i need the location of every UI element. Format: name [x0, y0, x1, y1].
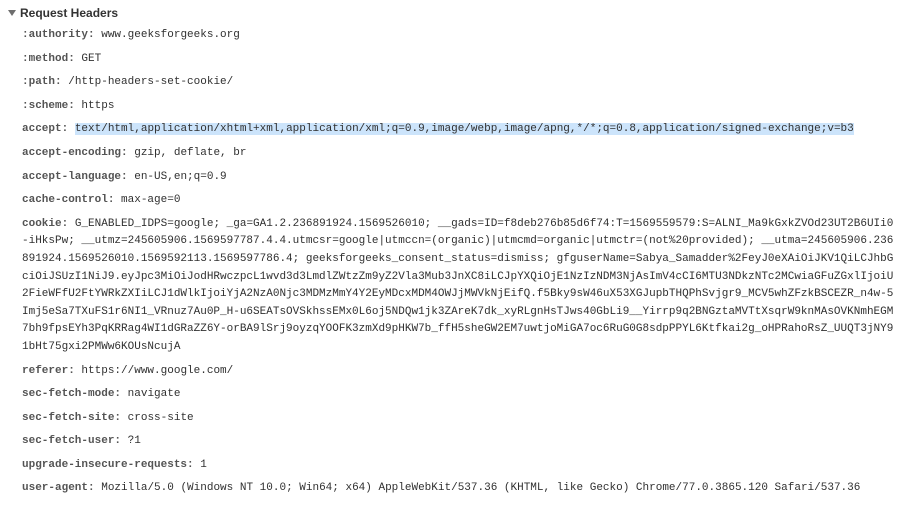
- header-value[interactable]: navigate: [128, 388, 181, 400]
- header-row: :method: GET: [8, 48, 898, 72]
- header-name: :authority:: [22, 29, 95, 41]
- header-row: :scheme: https: [8, 95, 898, 119]
- header-value[interactable]: G_ENABLED_IDPS=google; _ga=GA1.2.2368919…: [22, 218, 893, 353]
- header-value[interactable]: GET: [81, 53, 101, 65]
- header-name: user-agent:: [22, 482, 95, 494]
- header-value[interactable]: https: [81, 100, 114, 112]
- header-row: upgrade-insecure-requests: 1: [8, 454, 898, 478]
- header-value[interactable]: ?1: [128, 435, 141, 447]
- header-name: accept:: [22, 123, 68, 135]
- header-value[interactable]: cross-site: [128, 412, 194, 424]
- header-name: cache-control:: [22, 194, 114, 206]
- header-value[interactable]: max-age=0: [121, 194, 180, 206]
- header-row: :path: /http-headers-set-cookie/: [8, 71, 898, 95]
- header-value[interactable]: Mozilla/5.0 (Windows NT 10.0; Win64; x64…: [101, 482, 860, 494]
- header-name: cookie:: [22, 218, 68, 230]
- header-name: :scheme:: [22, 100, 75, 112]
- headers-list: :authority: www.geeksforgeeks.org:method…: [8, 24, 898, 501]
- header-row: sec-fetch-mode: navigate: [8, 383, 898, 407]
- header-row: referer: https://www.google.com/: [8, 360, 898, 384]
- header-value[interactable]: en-US,en;q=0.9: [134, 171, 226, 183]
- header-row: accept: text/html,application/xhtml+xml,…: [8, 118, 898, 142]
- header-name: sec-fetch-site:: [22, 412, 121, 424]
- header-name: accept-encoding:: [22, 147, 128, 159]
- header-row: :authority: www.geeksforgeeks.org: [8, 24, 898, 48]
- section-title: Request Headers: [20, 6, 118, 20]
- header-name: accept-language:: [22, 171, 128, 183]
- header-row: user-agent: Mozilla/5.0 (Windows NT 10.0…: [8, 477, 898, 501]
- header-name: :method:: [22, 53, 75, 65]
- header-row: sec-fetch-site: cross-site: [8, 407, 898, 431]
- header-value[interactable]: www.geeksforgeeks.org: [101, 29, 240, 41]
- header-row: sec-fetch-user: ?1: [8, 430, 898, 454]
- request-headers-section-header[interactable]: Request Headers: [8, 4, 898, 22]
- header-row: accept-encoding: gzip, deflate, br: [8, 142, 898, 166]
- header-row: cache-control: max-age=0: [8, 189, 898, 213]
- header-name: :path:: [22, 76, 62, 88]
- header-value[interactable]: https://www.google.com/: [81, 365, 233, 377]
- header-value[interactable]: /http-headers-set-cookie/: [68, 76, 233, 88]
- header-name: sec-fetch-user:: [22, 435, 121, 447]
- header-name: upgrade-insecure-requests:: [22, 459, 194, 471]
- header-name: sec-fetch-mode:: [22, 388, 121, 400]
- header-row: accept-language: en-US,en;q=0.9: [8, 166, 898, 190]
- header-value[interactable]: 1: [200, 459, 207, 471]
- header-value[interactable]: gzip, deflate, br: [134, 147, 246, 159]
- header-row: cookie: G_ENABLED_IDPS=google; _ga=GA1.2…: [8, 213, 898, 360]
- header-value[interactable]: text/html,application/xhtml+xml,applicat…: [75, 123, 854, 135]
- header-name: referer:: [22, 365, 75, 377]
- collapse-triangle-icon: [8, 10, 16, 16]
